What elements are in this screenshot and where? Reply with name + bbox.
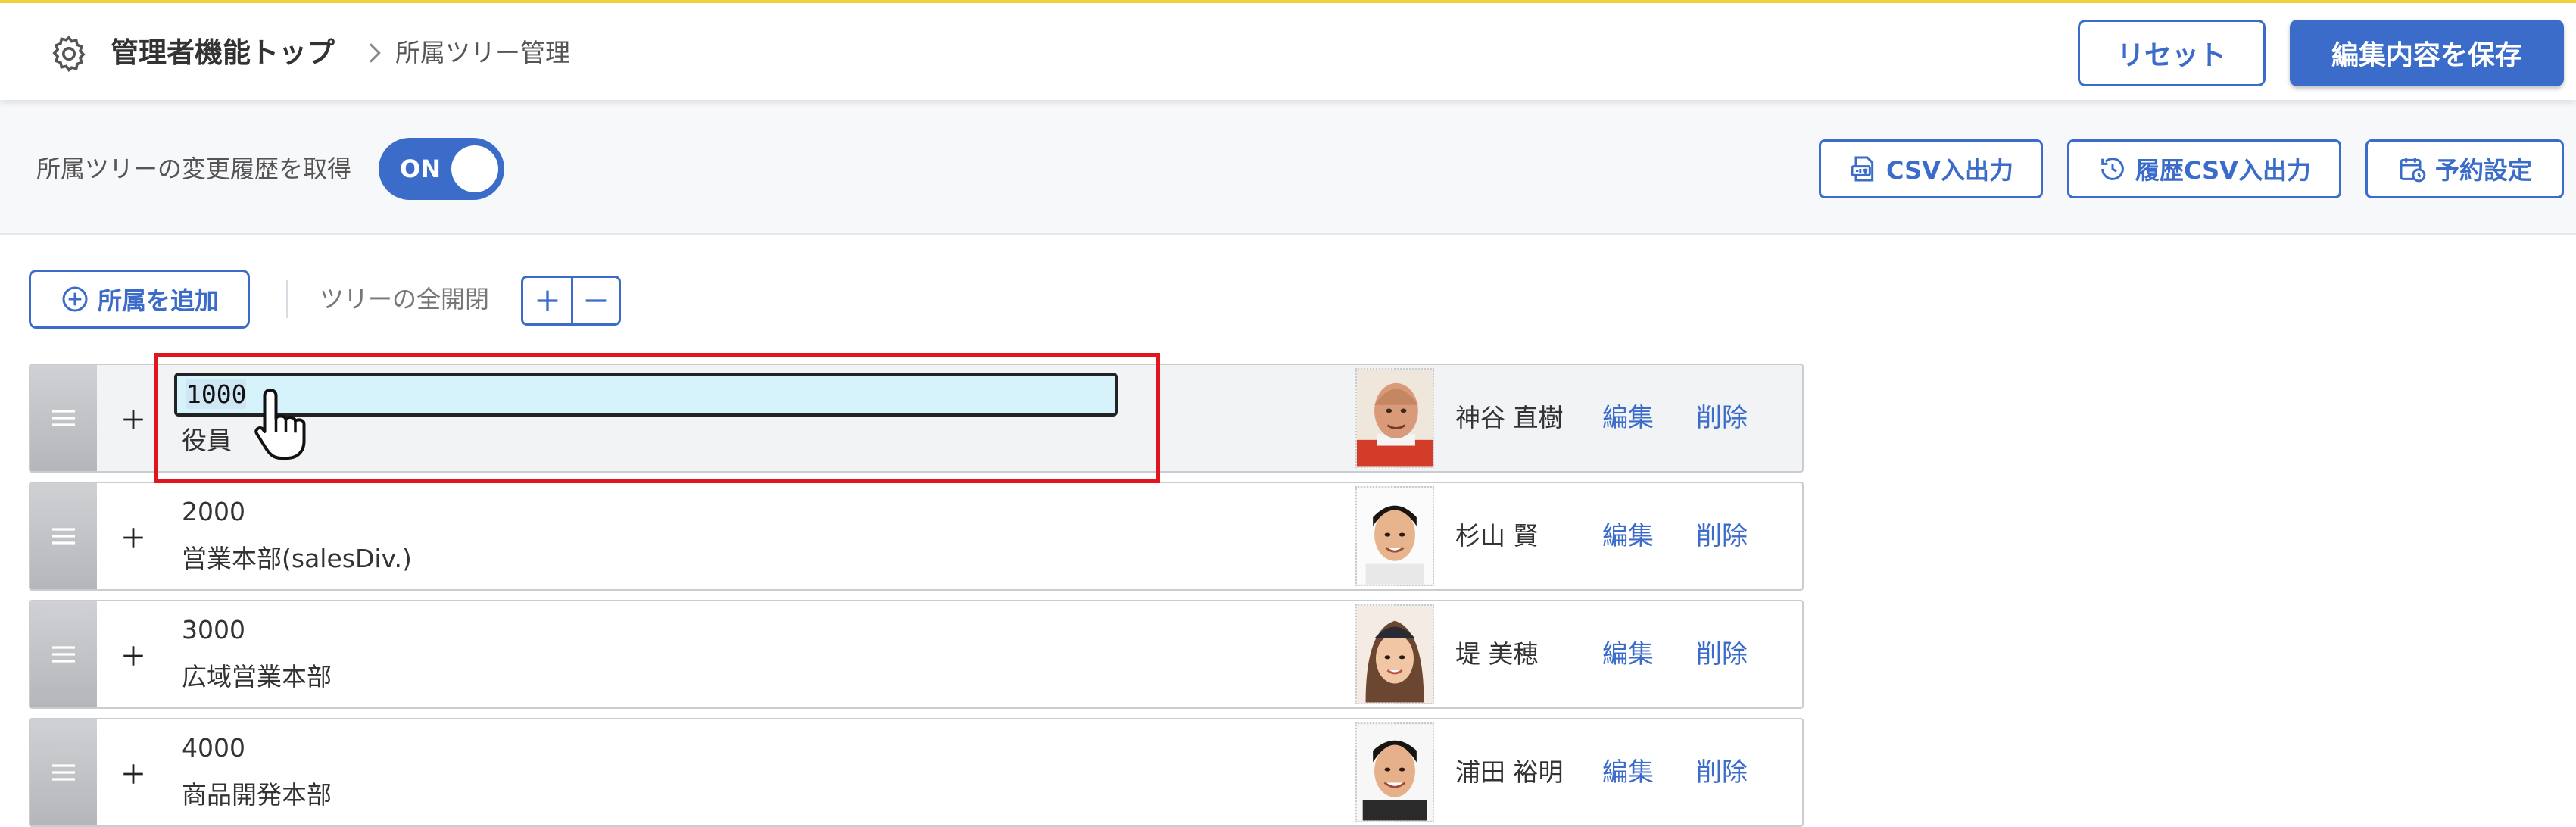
expand-node-button[interactable] (112, 635, 154, 677)
expand-all-label: ツリーの全開閉 (320, 285, 490, 314)
department-code: 3000 (182, 615, 245, 644)
minus-icon (585, 299, 607, 302)
csv-file-icon (1851, 156, 1874, 182)
schedule-label: 予約設定 (2434, 156, 2532, 185)
save-changes-button[interactable]: 編集内容を保存 (2290, 20, 2564, 86)
edit-link[interactable]: 編集 (1602, 754, 1654, 791)
department-code: 2000 (182, 497, 245, 526)
add-department-label: 所属を追加 (97, 286, 219, 315)
manager-photo (1357, 370, 1433, 467)
avatar (1355, 722, 1434, 822)
edit-link[interactable]: 編集 (1602, 518, 1654, 554)
reset-button[interactable]: リセット (2078, 20, 2266, 86)
hand-cursor-icon (254, 389, 306, 460)
plus-icon (123, 410, 143, 429)
plus-icon (123, 764, 143, 784)
department-name: 営業本部(salesDiv.) (182, 544, 412, 573)
delete-link[interactable]: 削除 (1696, 400, 1748, 436)
toggle-knob (451, 145, 498, 192)
expand-node-button[interactable] (112, 516, 154, 559)
page-header: 管理者機能トップ 所属ツリー管理 リセット 編集内容を保存 (0, 3, 2576, 100)
add-department-button[interactable]: 所属を追加 (29, 270, 250, 329)
avatar (1355, 368, 1434, 468)
department-name: 広域営業本部 (182, 662, 332, 691)
manager-photo (1357, 606, 1433, 703)
edit-link[interactable]: 編集 (1602, 400, 1654, 436)
avatar (1355, 486, 1434, 586)
tree-row[interactable]: 2000 営業本部(salesDiv.) 杉山 賢 編集 削除 (29, 482, 1804, 591)
tree-row[interactable]: 4000 商品開発本部 浦田 裕明 編集 削除 (29, 718, 1804, 827)
expand-node-button[interactable] (112, 398, 154, 441)
department-name: 役員 (182, 426, 232, 455)
drag-handle-icon (52, 646, 75, 663)
breadcrumb-current: 所属ツリー管理 (395, 38, 570, 67)
drag-handle[interactable] (30, 483, 97, 589)
tree-row[interactable]: 3000 広域営業本部 堤 美穂 編集 削除 (29, 600, 1804, 709)
delete-link[interactable]: 削除 (1696, 518, 1748, 554)
plus-icon (123, 646, 143, 666)
calendar-clock-icon (2400, 158, 2426, 183)
schedule-button[interactable]: 予約設定 (2365, 139, 2564, 198)
csv-io-button[interactable]: CSV入出力 (1819, 139, 2043, 198)
tree-settings-bar: 所属ツリーの変更履歴を取得 ON CSV入出力 履歴CSV入出力 予約設定 (0, 100, 2576, 235)
history-toggle[interactable]: ON (379, 138, 504, 200)
delete-link[interactable]: 削除 (1696, 754, 1748, 791)
chevron-right-icon (369, 43, 381, 63)
collapse-all-button[interactable] (571, 278, 619, 323)
department-code: 4000 (182, 733, 245, 763)
edit-link[interactable]: 編集 (1602, 636, 1654, 673)
manager-photo (1357, 488, 1433, 585)
plus-icon (537, 290, 557, 311)
history-csv-label: 履歴CSV入出力 (2135, 156, 2311, 185)
manager-photo (1357, 724, 1433, 821)
history-toggle-label: 所属ツリーの変更履歴を取得 (36, 154, 352, 183)
expand-collapse-group (521, 276, 621, 326)
department-name: 商品開発本部 (182, 780, 332, 810)
manager-name: 浦田 裕明 (1455, 757, 1564, 787)
drag-handle-icon (52, 764, 75, 781)
toggle-state-text: ON (400, 154, 441, 183)
history-icon (2101, 158, 2124, 180)
plus-icon (123, 528, 143, 548)
gear-icon[interactable] (48, 33, 89, 74)
expand-node-button[interactable] (112, 753, 154, 795)
tree-actions-row: 所属を追加 ツリーの全開閉 (0, 265, 2576, 333)
drag-handle[interactable] (30, 365, 97, 471)
department-code-input[interactable]: 1000 (174, 373, 1118, 417)
delete-link[interactable]: 削除 (1696, 636, 1748, 673)
selected-code-text: 1000 (186, 379, 247, 409)
breadcrumb-home-link[interactable]: 管理者機能トップ (111, 33, 335, 73)
drag-handle[interactable] (30, 719, 97, 825)
drag-handle-icon (52, 528, 75, 545)
manager-name: 神谷 直樹 (1455, 403, 1564, 432)
expand-all-button[interactable] (523, 278, 571, 323)
history-csv-button[interactable]: 履歴CSV入出力 (2067, 139, 2341, 198)
csv-io-label: CSV入出力 (1886, 156, 2013, 185)
manager-name: 杉山 賢 (1455, 521, 1539, 551)
drag-handle[interactable] (30, 601, 97, 707)
drag-handle-icon (52, 410, 75, 426)
plus-circle-icon (62, 286, 88, 312)
divider (286, 280, 288, 318)
manager-name: 堤 美穂 (1455, 639, 1539, 669)
avatar (1355, 604, 1434, 704)
